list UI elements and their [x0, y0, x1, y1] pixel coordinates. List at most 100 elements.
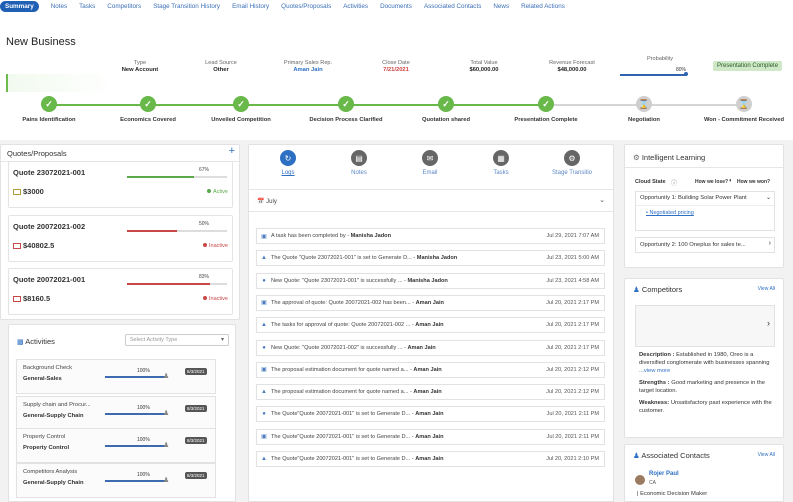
negotiated-pricing-link[interactable]: • Negotiated pricing [646, 210, 694, 216]
month-header[interactable]: 📅 July [257, 198, 277, 205]
activity-name: Property Control [23, 434, 66, 440]
quote-name[interactable]: Quote 20072021-002 [13, 222, 85, 231]
log-user: Aman Jain [415, 299, 444, 306]
stage-label: Decision Process Clarified [309, 117, 383, 123]
log-message: The proposal estimation document for quo… [271, 366, 410, 373]
activity-name: Supply chain and Procur... [23, 402, 91, 408]
activity-item[interactable]: Property Control Property Control 100% ♟ 8/3… [16, 428, 216, 463]
chevron-down-icon[interactable]: ⌄ [599, 196, 605, 204]
status-dot-icon [203, 296, 208, 300]
quote-card[interactable]: Quote 20072021-002 50% $40802.5 Inactive [8, 215, 233, 262]
email-icon: ✉ [422, 150, 438, 166]
log-tab-stage-transitio[interactable]: ⚙ Stage Transitio [537, 150, 607, 176]
summary-value[interactable]: Aman Jain [293, 67, 322, 73]
quote-card[interactable]: Quote 23072021-001 67% $3000 Active [8, 161, 233, 208]
tab-tasks[interactable]: Tasks [79, 3, 95, 10]
tab-documents[interactable]: Documents [380, 3, 412, 10]
log-row[interactable]: ● New Quote: "Quote 23072021-001" is succ… [256, 272, 605, 289]
log-tab-email[interactable]: ✉ Email [395, 150, 465, 176]
activity-icon: ▲ [261, 255, 267, 262]
intelligent-learning-panel: ⚙ Intelligent Learning Cloud State ⓘ How… [624, 144, 784, 268]
log-row[interactable]: ▲ The Quote "Quote 23072021-001" is set t… [256, 250, 605, 267]
header-accent-bar [6, 74, 116, 92]
tab-notes[interactable]: Notes [51, 3, 67, 10]
stage-label: Negotiation [628, 117, 660, 123]
how-we-lose-option[interactable]: How we lose? [695, 179, 728, 185]
associated-contacts-panel: ♟ Associated Contacts View All Rojer Pau… [624, 444, 784, 502]
log-row[interactable]: ▣ The proposal estimation document for qu… [256, 361, 605, 378]
quote-name[interactable]: Quote 23072021-001 [13, 168, 85, 177]
cloud-state-label: Cloud State [635, 179, 666, 185]
summary-value: Other [213, 67, 229, 73]
summary-lead-source: Lead Source Other [176, 60, 266, 73]
stage-icon: ⚙ [564, 150, 580, 166]
tab-summary[interactable]: Summary [0, 0, 39, 12]
log-row[interactable]: ▲ The Quote"Quote 20072021-001" is set to… [256, 451, 605, 467]
log-date: Jul 20, 2021 2:11 PM [546, 433, 599, 440]
stage-won-commitment-received[interactable]: ⌛ Won - Commitment Received [694, 96, 793, 123]
activity-item[interactable]: Supply chain and Procur... General-Supply… [16, 396, 216, 431]
stage-unveiled-competition[interactable]: ✓ Unveiled Competition [191, 96, 291, 123]
log-date: Jul 23, 2021 5:00 AM [546, 255, 599, 262]
tab-competitors[interactable]: Competitors [107, 3, 141, 10]
opportunity-2-card[interactable]: Opportunity 2: 100 Oneplus for sales te.… [635, 237, 775, 253]
log-text: The Quote "Quote 23072021-001" is set to… [271, 255, 546, 261]
tab-stage-transition-history[interactable]: Stage Transition History [153, 3, 220, 10]
log-user: Aman Jain [407, 344, 436, 351]
log-tab-notes[interactable]: ▤ Notes [324, 150, 394, 176]
summary-label: Total Value [470, 60, 498, 66]
stage-pains-identification[interactable]: ✓ Pains Identification [0, 96, 99, 123]
summary-value: $60,000.00 [469, 67, 499, 73]
log-tab-logs[interactable]: ↻ Logs [253, 150, 323, 176]
contacts-view-all-link[interactable]: View All [758, 452, 775, 458]
opportunity-1-card[interactable]: Opportunity 1: Building Solar Power Plan… [635, 191, 775, 231]
log-row[interactable]: ▲ The proposal estimation document for qu… [256, 384, 605, 401]
add-quote-button[interactable]: + [229, 145, 235, 157]
competitor-card[interactable]: › [635, 305, 775, 347]
log-row[interactable]: ▣ The Quote"Quote 20072021-001" is set to… [256, 428, 605, 445]
tab-related-actions[interactable]: Related Actions [521, 3, 565, 10]
activity-date: 8/3/2021 [185, 368, 207, 375]
stage-quotation-shared[interactable]: ✓ Quotation shared [396, 96, 496, 123]
stage-decision-process-clarified[interactable]: ✓ Decision Process Clarified [296, 96, 396, 123]
probability-knob[interactable] [684, 72, 688, 76]
log-row[interactable]: ▣ A task has been completed by - Manisha … [256, 228, 605, 244]
activity-icon: ▲ [261, 456, 267, 462]
log-message: New Quote: "Quote 23072021-001" is succe… [271, 277, 405, 284]
activity-icon: ▲ [261, 322, 267, 329]
log-row[interactable]: ● The Quote"Quote 20072021-001" is set to… [256, 406, 605, 423]
tab-email-history[interactable]: Email History [232, 3, 269, 10]
summary-primary-sales-rep: Primary Sales Rep. Aman Jain [263, 60, 353, 73]
log-row[interactable]: ● New Quote: "Quote 20072021-002" is succ… [256, 339, 605, 356]
summary-type: Type New Account [95, 60, 185, 73]
how-we-won-option[interactable]: How we won? [737, 179, 770, 185]
tab-quotes-proposals[interactable]: Quotes/Proposals [281, 3, 331, 10]
log-text: New Quote: "Quote 23072021-001" is succe… [271, 278, 546, 284]
quote-name[interactable]: Quote 20072021-001 [13, 275, 85, 284]
activity-icon: ● [262, 344, 266, 351]
competitors-view-all-link[interactable]: View All [758, 286, 775, 292]
activity-item[interactable]: Competitors Analysis General-Supply Chain… [16, 463, 216, 498]
log-user: Aman Jain [415, 456, 444, 462]
log-row[interactable]: ▣ The approval of quote: Quote 20072021-0… [256, 294, 605, 311]
activity-item[interactable]: Background Check General-Sales 100% ♟ 8/3/20… [16, 359, 216, 394]
log-row[interactable]: ▲ The tasks for approval of quote: Quote … [256, 317, 605, 334]
quote-card[interactable]: Quote 20072021-001 83% $8160.5 Inactive [8, 268, 233, 315]
tab-news[interactable]: News [493, 3, 509, 10]
stage-negotiation[interactable]: ⌛ Negotiation [594, 96, 694, 123]
log-text: A task has been completed by - Manisha J… [271, 233, 546, 239]
view-more-link[interactable]: ...view more [639, 368, 670, 374]
activity-type: General-Supply Chain [23, 480, 84, 486]
summary-value: New Account [121, 67, 159, 73]
tab-activities[interactable]: Activities [343, 3, 368, 10]
tab-associated-contacts[interactable]: Associated Contacts [424, 3, 481, 10]
contacts-header: ♟ Associated Contacts [633, 451, 710, 460]
toggle-icon[interactable]: ◐ [729, 178, 733, 184]
bulb-icon: ⚙ [633, 153, 640, 162]
activity-type-select[interactable]: Select Activity Type ▾ [125, 334, 229, 346]
stage-economics-covered[interactable]: ✓ Economics Covered [98, 96, 198, 123]
chevron-right-icon[interactable]: › [767, 318, 770, 328]
stage-presentation-complete[interactable]: ✓ Presentation Complete [496, 96, 596, 123]
log-tab-tasks[interactable]: ▦ Tasks [466, 150, 536, 176]
contact-name[interactable]: Rojer Paul [649, 471, 679, 477]
